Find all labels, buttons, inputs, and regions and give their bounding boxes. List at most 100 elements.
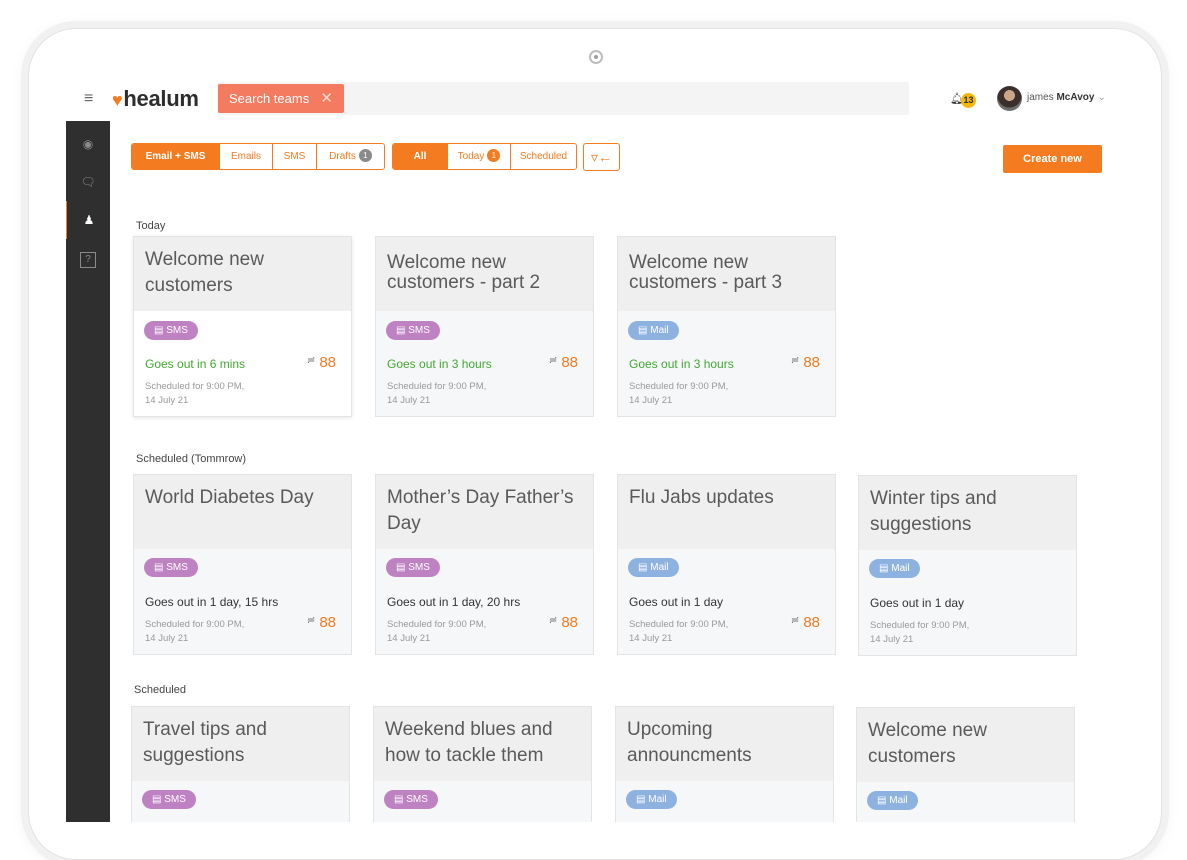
send-status: Goes out in 3 hours <box>629 357 734 371</box>
type-chip: ▤ SMS <box>142 790 196 809</box>
sms-icon: ▤ <box>396 562 406 573</box>
tab-all[interactable]: All <box>393 144 448 169</box>
send-status: Goes out in 1 day <box>870 596 965 610</box>
sms-icon: ▤ <box>152 794 162 805</box>
sidebar: ◉ 🗨︎ ♟ ? <box>66 121 110 822</box>
card-title: Mother’s Day Father’s Day <box>387 487 574 534</box>
scheduled-time: Scheduled for 9:00 PM, 14 July 21 <box>145 381 245 406</box>
create-new-button[interactable]: Create new <box>1003 145 1102 173</box>
send-status: Goes out in 1 day <box>629 595 724 609</box>
scheduled-time: Scheduled for 9:00 PM, 14 July 21 <box>629 381 729 406</box>
scheduled-time: Scheduled for 9:00 PM, 14 July 21 <box>629 619 729 644</box>
people-icon: ≓ <box>790 615 800 626</box>
type-chip: ▤ Mail <box>626 790 677 809</box>
type-chip: ▤ Mail <box>869 559 920 578</box>
scheduled-time: Scheduled for 9:00 PM, 14 July 21 <box>387 619 487 644</box>
mail-icon: ▤ <box>636 794 646 805</box>
notification-badge[interactable]: 13 <box>961 93 976 108</box>
logo-text: healum <box>123 86 199 111</box>
camera-icon <box>589 50 603 64</box>
recipient-count: ≓ 88 <box>306 614 336 631</box>
card-title: Flu Jabs updates <box>629 487 774 508</box>
campaign-card[interactable]: Travel tips and suggestions ▤ SMS <box>131 706 350 822</box>
help-icon[interactable]: ? <box>66 239 110 277</box>
type-chip: ▤ SMS <box>384 790 438 809</box>
channel-filter: Email + SMS Emails SMS Drafts 1 <box>131 143 385 170</box>
mail-icon: ▤ <box>879 563 889 574</box>
send-status: Goes out in 3 hours <box>387 357 492 371</box>
campaign-card[interactable]: Weekend blues and how to tackle them ▤ S… <box>373 706 592 822</box>
campaign-card[interactable]: World Diabetes Day ▤ SMS Goes out in 1 d… <box>133 474 352 655</box>
people-icon: ≓ <box>548 355 558 366</box>
send-status: Goes out in 1 day, 15 hrs <box>145 595 279 609</box>
type-chip: ▤ SMS <box>386 558 440 577</box>
campaign-card[interactable]: Winter tips and suggestions ▤ Mail Goes … <box>858 475 1077 656</box>
scheduled-time: Scheduled for 9:00 PM, 14 July 21 <box>145 619 245 644</box>
tab-sms[interactable]: SMS <box>273 144 317 169</box>
type-chip: ▤ Mail <box>628 321 679 340</box>
card-title: Welcome new customers - part 3 <box>629 252 783 293</box>
people-icon: ≓ <box>306 355 316 366</box>
today-count-badge: 1 <box>487 148 501 162</box>
type-chip: ▤ Mail <box>867 791 918 810</box>
close-icon[interactable]: ✕ <box>320 84 333 113</box>
mail-icon: ▤ <box>638 325 648 336</box>
card-title: World Diabetes Day <box>145 487 314 508</box>
scheduled-time: Scheduled for 9:00 PM, 14 July 21 <box>870 620 970 645</box>
card-title: Weekend blues and how to tackle them <box>385 719 553 766</box>
type-chip: ▤ SMS <box>144 321 198 340</box>
funnel-icon[interactable]: ▿← <box>583 143 620 171</box>
card-title: Welcome new customers <box>868 720 987 767</box>
scheduled-time: Scheduled for 9:00 PM, 14 July 21 <box>387 381 487 406</box>
search-teams-chip[interactable]: Search teams ✕ <box>218 84 344 113</box>
recipient-count: ≓ 88 <box>548 614 578 631</box>
hamburger-icon[interactable]: ≡ <box>84 90 93 108</box>
type-chip: ▤ Mail <box>628 558 679 577</box>
section-label-scheduled: Scheduled <box>134 684 186 696</box>
people-icon: ≓ <box>306 615 316 626</box>
tab-drafts[interactable]: Drafts 1 <box>317 144 384 169</box>
campaign-card[interactable]: Welcome new customers - part 2 ▤ SMS Goe… <box>375 236 594 417</box>
sms-icon: ▤ <box>154 562 164 573</box>
tab-email-sms[interactable]: Email + SMS <box>132 144 220 169</box>
card-title: Welcome new customers <box>145 249 264 296</box>
tab-today[interactable]: Today 1 <box>448 144 511 169</box>
campaign-card[interactable]: Welcome new customers ▤ SMS Goes out in … <box>133 236 352 417</box>
user-menu[interactable]: james McAvoy ⌄ <box>1027 92 1106 103</box>
avatar[interactable] <box>997 86 1022 111</box>
section-label-today: Today <box>136 220 166 232</box>
heart-icon: ♥ <box>112 90 123 110</box>
user-icon[interactable]: ♟ <box>66 201 111 239</box>
chat-icon[interactable]: 🗨︎ <box>66 163 110 201</box>
main-content: Email + SMS Emails SMS Drafts 1 All Today… <box>110 121 1128 822</box>
campaign-card[interactable]: Flu Jabs updates ▤ Mail Goes out in 1 da… <box>617 474 836 655</box>
tab-scheduled[interactable]: Scheduled <box>511 144 576 169</box>
logo[interactable]: ♥healum <box>112 86 199 113</box>
card-title: Travel tips and suggestions <box>143 719 267 766</box>
recipient-count: ≓ 88 <box>790 614 820 631</box>
drafts-count-badge: 1 <box>358 148 372 162</box>
recipient-count: ≓ 88 <box>790 354 820 371</box>
app-screen: ≡ ♥healum Search teams ✕ 🔔︎ 13 james McA… <box>66 77 1128 822</box>
search-chip-label: Search teams <box>229 91 310 106</box>
campaign-card[interactable]: Welcome new customers ▤ Mail <box>856 707 1075 822</box>
campaign-card[interactable]: Upcoming announcments ▤ Mail <box>615 706 834 822</box>
card-title: Welcome new customers - part 2 <box>387 252 541 293</box>
tab-emails[interactable]: Emails <box>220 144 273 169</box>
card-title: Winter tips and suggestions <box>870 488 997 535</box>
chevron-down-icon: ⌄ <box>1097 92 1106 103</box>
dashboard-icon[interactable]: ◉ <box>66 125 110 163</box>
user-first-name: james <box>1027 92 1054 103</box>
campaign-card[interactable]: Mother’s Day Father’s Day ▤ SMS Goes out… <box>375 474 594 655</box>
people-icon: ≓ <box>790 355 800 366</box>
mail-icon: ▤ <box>638 562 648 573</box>
campaign-card[interactable]: Welcome new customers - part 3 ▤ Mail Go… <box>617 236 836 417</box>
sms-icon: ▤ <box>396 325 406 336</box>
type-chip: ▤ SMS <box>144 558 198 577</box>
type-chip: ▤ SMS <box>386 321 440 340</box>
section-label-tomorrow: Scheduled (Tommrow) <box>136 453 247 465</box>
time-filter: All Today 1 Scheduled <box>392 143 577 170</box>
user-last-name: McAvoy <box>1056 92 1095 103</box>
recipient-count: ≓ 88 <box>548 354 578 371</box>
top-bar: ≡ ♥healum Search teams ✕ 🔔︎ 13 james McA… <box>66 77 1128 122</box>
